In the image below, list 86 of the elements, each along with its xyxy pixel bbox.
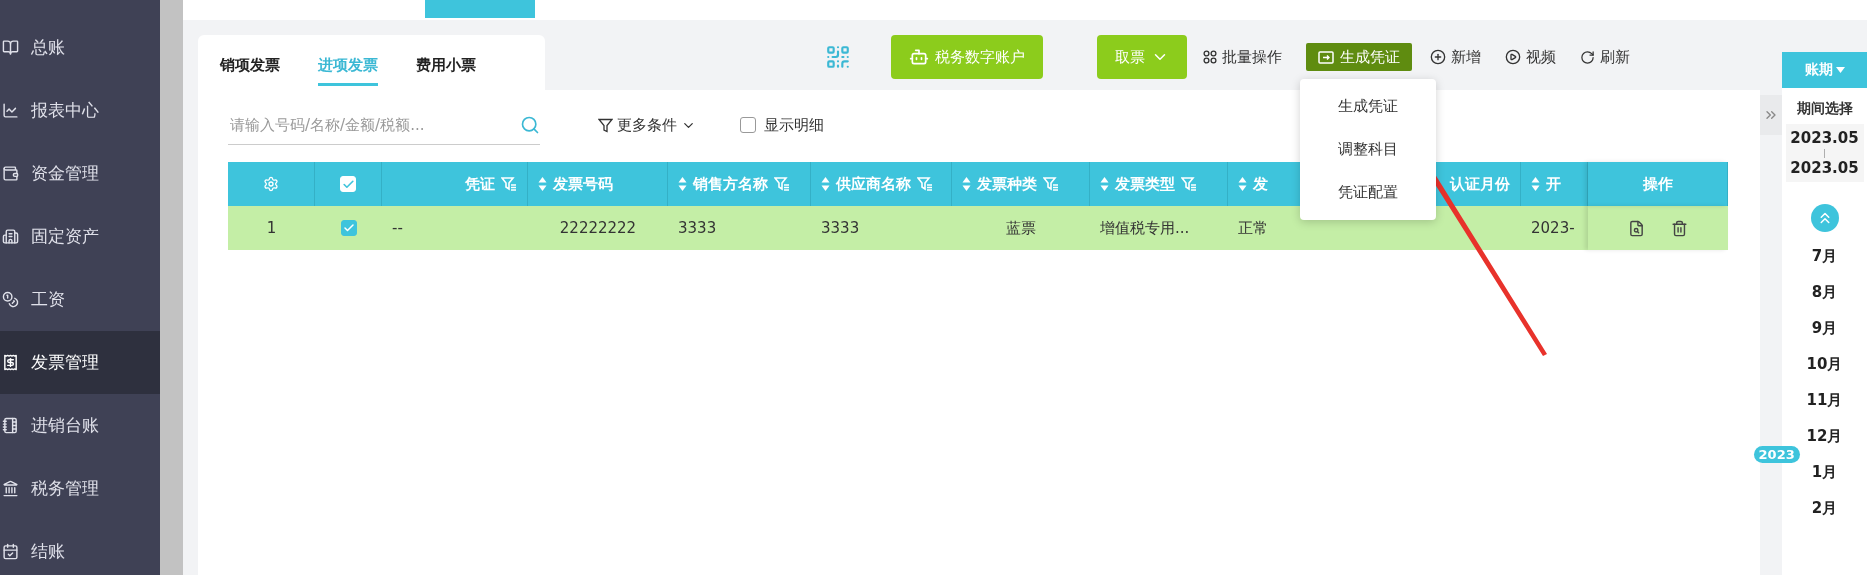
sidebar-item[interactable]: 结账 (0, 520, 160, 575)
table-cell: 2023- (1531, 219, 1575, 237)
sidebar-item[interactable]: 固定资产 (0, 205, 160, 268)
year-badge: 2023 (1753, 446, 1800, 463)
collapse-button[interactable] (1760, 95, 1782, 135)
checkbox[interactable] (740, 117, 756, 133)
table-cell: 3333 (821, 219, 860, 237)
table-cell: 1 (266, 219, 277, 237)
scroll-up-button[interactable] (1810, 204, 1839, 232)
check-icon (342, 222, 355, 234)
show-detail-option[interactable]: 显示明细 (740, 115, 824, 135)
more-conditions-button[interactable]: 更多条件 (598, 115, 696, 135)
month-item[interactable]: 9月 (1811, 310, 1838, 346)
toolbar-button[interactable]: 新增 (1430, 47, 1481, 67)
sort-icon[interactable] (538, 176, 547, 192)
filter-icon[interactable] (501, 177, 517, 191)
caret-icon (1835, 67, 1845, 73)
qr-code-icon[interactable] (825, 44, 851, 70)
invoice-tab[interactable]: 费用小票 (416, 45, 476, 86)
settings-icon (263, 176, 279, 192)
period-range[interactable]: 2023.05 | 2023.05 (1785, 124, 1864, 182)
sort-icon[interactable] (1100, 176, 1109, 192)
filter-icon[interactable] (1043, 177, 1059, 191)
sidebar-item[interactable]: 资金管理 (0, 142, 160, 205)
table-cell: 22222222 (559, 219, 637, 237)
table-cell: 正常 (1238, 218, 1268, 238)
robot-icon (909, 47, 929, 67)
search-icon[interactable] (520, 114, 540, 135)
month-item[interactable]: 11月 (1806, 382, 1843, 418)
month-item[interactable]: 10月 (1806, 346, 1843, 382)
play-icon (1505, 49, 1521, 65)
month-item[interactable]: 12月 (1806, 418, 1843, 454)
sort-icon[interactable] (1238, 176, 1247, 192)
period-start: 2023.05 (1790, 128, 1859, 148)
table-cell: 蓝票 (1006, 218, 1036, 238)
sidebar-item[interactable]: 报表中心 (0, 79, 160, 142)
menu-icon (2, 480, 19, 497)
table-cell: -- (392, 219, 403, 237)
month-item[interactable]: 7月 (1811, 238, 1838, 274)
voucher-icon (1318, 50, 1334, 64)
menu-item[interactable]: 生成凭证 (1300, 85, 1436, 128)
select-all-checkbox[interactable] (340, 176, 356, 192)
table-cell: 增值税专用... (1100, 218, 1190, 238)
sidebar-item[interactable]: 总账 (0, 16, 160, 79)
filter-icon[interactable] (1181, 177, 1197, 191)
add-icon (1430, 49, 1446, 65)
menu-icon (2, 543, 19, 560)
menu-icon (2, 39, 19, 56)
menu-icon (2, 102, 19, 119)
invoice-tab[interactable]: 销项发票 (220, 45, 280, 86)
sidebar-item[interactable]: 发票管理 (0, 331, 160, 394)
month-item[interactable]: 1月 (1811, 454, 1838, 490)
table-cell: 3333 (678, 219, 717, 237)
menu-icon (2, 291, 19, 308)
sidebar-item[interactable]: 进销台账 (0, 394, 160, 457)
filter-icon[interactable] (917, 177, 933, 191)
view-icon[interactable] (1628, 219, 1645, 237)
sidebar-item[interactable]: 工资 (0, 268, 160, 331)
filter-icon (598, 117, 613, 133)
generate-voucher-button[interactable]: 生成凭证 (1306, 43, 1412, 71)
period-end: 2023.05 (1790, 158, 1859, 178)
sort-icon[interactable] (962, 176, 971, 192)
sort-icon[interactable] (1531, 176, 1540, 192)
menu-icon (2, 417, 19, 434)
month-item[interactable]: 8月 (1811, 274, 1838, 310)
toolbar-button[interactable]: 视频 (1505, 47, 1556, 67)
table-row[interactable]: 1 -- 22222222 3333 3333 蓝票 增值税专用... 正常 2023- (228, 206, 1728, 250)
period-title: 期间选择 (1796, 100, 1853, 118)
range-separator: | (1822, 148, 1826, 158)
delete-icon[interactable] (1671, 219, 1688, 237)
sidebar-item[interactable]: 税务管理 (0, 457, 160, 520)
menu-icon (2, 165, 19, 182)
toolbar-button[interactable]: 批量操作 (1203, 47, 1282, 67)
check-icon (341, 177, 355, 191)
month-item[interactable]: 2月 (1811, 490, 1838, 526)
refresh-icon (1580, 49, 1595, 65)
menu-icon (2, 228, 19, 245)
grid-icon (1203, 50, 1217, 64)
menu-icon (2, 354, 19, 371)
search-field[interactable]: 请输入号码/名称/金额/税额... (228, 114, 520, 135)
row-checkbox[interactable] (340, 220, 357, 236)
filter-icon[interactable] (774, 177, 790, 191)
toolbar-button[interactable]: 刷新 (1580, 47, 1630, 67)
sort-icon[interactable] (821, 176, 830, 192)
sort-icon[interactable] (678, 176, 687, 192)
menu-item[interactable]: 调整科目 (1300, 128, 1436, 171)
